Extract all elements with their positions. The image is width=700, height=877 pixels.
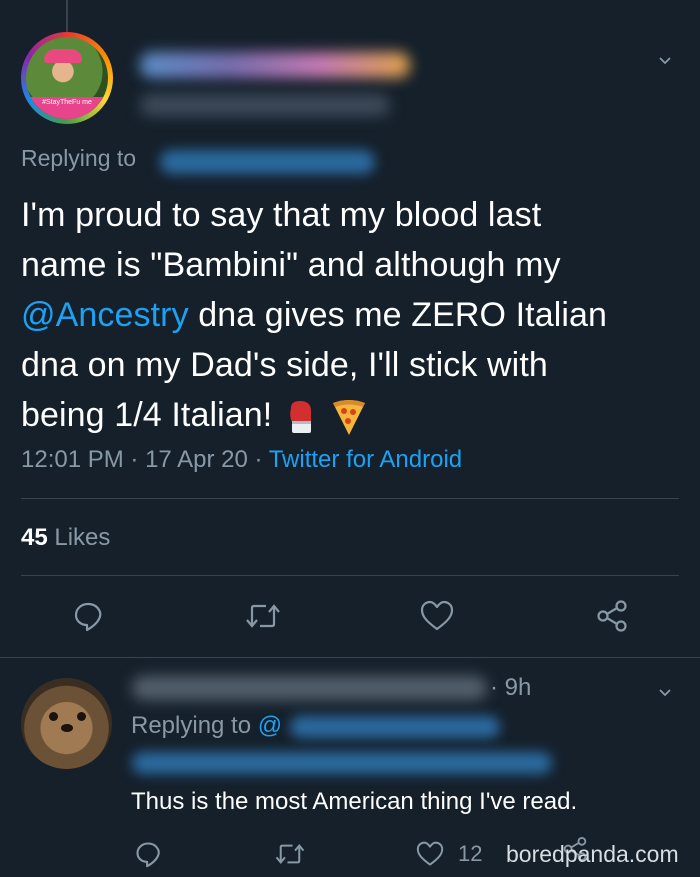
meta-separator: · [247, 446, 269, 473]
reply-handle2-redacted[interactable] [132, 752, 552, 774]
section-divider [0, 657, 700, 658]
replying-to-text: Replying to [21, 145, 137, 171]
retweet-icon [246, 604, 280, 628]
boxing-glove-emoji-icon [290, 401, 311, 434]
reply-handle-partial[interactable]: @ [258, 712, 282, 739]
avatar-eye [77, 712, 86, 721]
tweet-source-link[interactable]: Twitter for Android [269, 446, 462, 473]
reply-handle-redacted[interactable] [290, 716, 500, 738]
boredpanda-watermark: boredpanda.com [506, 841, 679, 867]
ancestry-mention-link[interactable]: @Ancestry [21, 296, 189, 334]
meta-separator: · [123, 446, 146, 473]
tweet-line-2: name is "Bambini" and although my [21, 246, 561, 284]
tweet-line-1: I'm proud to say that my blood last [21, 196, 542, 234]
tweet-date: 17 Apr 20 [145, 446, 248, 473]
likes-label: Likes [47, 524, 111, 551]
reply-icon [136, 842, 160, 868]
reply-replying-to-text: Replying to [131, 712, 252, 739]
divider [21, 498, 679, 499]
tweet-time: 12:01 PM [21, 446, 124, 473]
cap-graphic [44, 49, 82, 63]
replying-to-label: Replying to [21, 145, 136, 172]
reply-like-button[interactable] [410, 834, 450, 874]
username-redacted[interactable] [140, 94, 390, 116]
reply-avatar[interactable] [21, 678, 112, 769]
reply-text: Thus is the most American thing I've rea… [131, 788, 578, 815]
tweet-line-4: dna on my Dad's side, I'll stick with [21, 346, 548, 384]
reply-name-redacted[interactable] [132, 676, 487, 700]
divider [21, 575, 679, 576]
share-icon [597, 600, 627, 632]
likes-count: 45 [21, 524, 48, 551]
tweet-meta: 12:01 PM · 17 Apr 20 · Twitter for Andro… [21, 446, 462, 474]
retweet-icon [275, 844, 305, 864]
like-button[interactable] [417, 596, 457, 636]
reply-icon [74, 602, 102, 632]
chevron-down-icon[interactable] [658, 686, 672, 700]
pizza-emoji-icon [333, 400, 366, 436]
avatar-band-text: #StayTheFu me [26, 97, 108, 119]
tweet-line-3: @Ancestry dna gives me ZERO Italian [21, 290, 686, 340]
share-button[interactable] [592, 596, 632, 636]
display-name-redacted[interactable] [140, 52, 410, 78]
thread-line [66, 0, 68, 34]
like-icon [420, 600, 454, 631]
replying-to-handle-redacted[interactable] [160, 150, 375, 174]
chevron-down-icon[interactable] [658, 54, 672, 68]
reply-button[interactable] [68, 596, 108, 636]
like-icon [416, 841, 444, 866]
reply-retweet-button[interactable] [270, 834, 310, 874]
retweet-button[interactable] [243, 596, 283, 636]
likes-link[interactable]: 45 Likes [21, 524, 110, 552]
tweet-line-5: being 1/4 Italian! [21, 390, 686, 440]
tweet-text: I'm proud to say that my blood last name… [21, 190, 686, 440]
reply-time: · 9h [490, 674, 532, 701]
reply-like-count: 12 [458, 841, 483, 866]
avatar[interactable]: #StayTheFu me [21, 32, 113, 124]
tweet-line-3-rest: dna gives me ZERO Italian [188, 296, 608, 334]
reply-replying-to: Replying to @ [131, 712, 282, 740]
avatar-nose [61, 724, 73, 732]
avatar-photo: #StayTheFu me [26, 37, 108, 119]
reply-reply-button[interactable] [128, 834, 168, 874]
avatar-eye [49, 712, 58, 721]
tweet-line-5-text: being 1/4 Italian! [21, 396, 282, 434]
